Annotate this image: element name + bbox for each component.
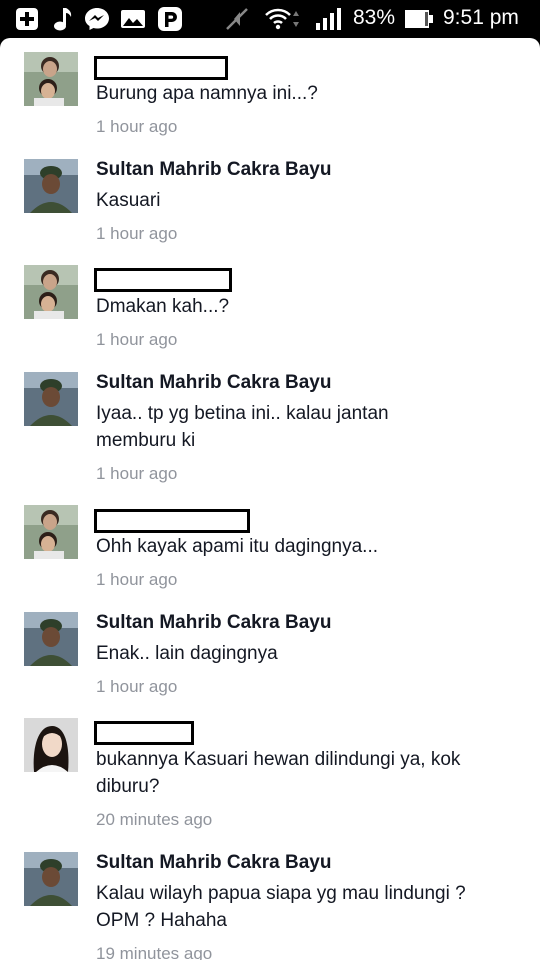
avatar-sultan[interactable] [24, 159, 78, 213]
wifi-icon [265, 8, 299, 30]
mute-icon [226, 8, 248, 30]
comment-time[interactable]: 19 minutes ago [96, 944, 212, 960]
avatar-sultan[interactable] [24, 612, 78, 666]
comment-text: Iyaa.. tp yg betina ini.. kalau jantan m… [96, 403, 389, 451]
comment-text: Kasuari [96, 190, 161, 211]
clock: 9:51 pm [443, 6, 519, 29]
redacted-name [94, 509, 250, 533]
comment-text: Ohh kayak apami itu dagingnya... [96, 536, 379, 557]
comment-time[interactable]: 20 minutes ago [96, 810, 212, 830]
comment-time[interactable]: 1 hour ago [96, 570, 177, 590]
comment-time[interactable]: 1 hour ago [96, 464, 177, 484]
comments-panel[interactable]: Burung apa namnya ini...? 1 hour ago Sul… [0, 38, 540, 960]
comment-text: bukannya Kasuari hewan dilindungi ya, ko… [96, 749, 461, 797]
comment-time[interactable]: 1 hour ago [96, 330, 177, 350]
redacted-name [94, 56, 228, 80]
comment-time[interactable]: 1 hour ago [96, 677, 177, 697]
photo-icon [121, 10, 145, 28]
avatar-sultan[interactable] [24, 852, 78, 906]
comment-text: Enak.. lain dagingnya [96, 643, 278, 664]
avatar-two-people[interactable] [24, 505, 78, 559]
avatar-sultan[interactable] [24, 372, 78, 426]
messenger-icon [85, 8, 109, 30]
signal-icon [316, 8, 341, 30]
comment-text: Kalau wilayh papua siapa yg mau lindungi… [96, 883, 466, 931]
commenter-name[interactable]: Sultan Mahrib Cakra Bayu [96, 852, 331, 874]
music-note-icon [54, 8, 72, 31]
avatar-girl[interactable] [24, 718, 78, 772]
battery-icon [405, 10, 433, 28]
status-bar: 83% 9:51 pm [0, 0, 540, 38]
commenter-name[interactable]: Sultan Mahrib Cakra Bayu [96, 159, 331, 181]
add-box-icon [16, 8, 38, 30]
commenter-name[interactable]: Sultan Mahrib Cakra Bayu [96, 612, 331, 634]
redacted-name [94, 268, 232, 292]
p-app-icon [158, 7, 182, 31]
commenter-name[interactable]: Sultan Mahrib Cakra Bayu [96, 372, 331, 394]
redacted-name [94, 721, 194, 745]
comment-time[interactable]: 1 hour ago [96, 117, 177, 137]
battery-percent: 83% [353, 6, 396, 29]
avatar-two-people[interactable] [24, 52, 78, 106]
comment-text: Dmakan kah...? [96, 296, 230, 317]
avatar-two-people[interactable] [24, 265, 78, 319]
comment-text: Burung apa namnya ini...? [96, 83, 318, 104]
comment-time[interactable]: 1 hour ago [96, 224, 177, 244]
